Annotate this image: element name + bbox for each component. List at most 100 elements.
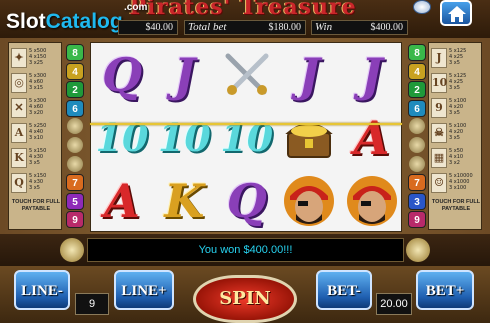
reel-cell: K [153, 170, 215, 233]
reel-cell: Q [91, 43, 153, 106]
reel-cell [341, 170, 403, 233]
pirate-icon: ☺ [431, 173, 447, 193]
total-bet-field: Total bet $180.00 [184, 20, 306, 35]
paytable-payouts: 5 x300 4 x60 3 x15 [29, 73, 46, 91]
payout-line: 3 x20 [29, 110, 44, 116]
win-label: Win [315, 21, 333, 33]
line-indicator-8[interactable]: 8 [408, 44, 426, 61]
line-indicator-6[interactable]: 6 [408, 99, 426, 117]
paytable-row-compass: ◎ 5 x300 4 x60 3 x15 [11, 72, 61, 94]
chest-icon [285, 122, 333, 158]
line-indicator-8[interactable]: 8 [66, 44, 84, 61]
left-paytable[interactable]: ✦ 5 x500 4 x150 3 x25 ◎ 5 x300 4 x60 3 x15 ✕ 5 x3… [8, 42, 62, 230]
skull-marker-icon [67, 137, 83, 153]
map-icon: ▦ [431, 148, 447, 168]
payout-line: 3 x100 [449, 185, 467, 191]
skull-marker-icon [409, 118, 425, 135]
bet-plus-button[interactable]: BET+ [416, 270, 474, 310]
paytable-row-map: ▦ 5 x50 4 x10 3 x2 [431, 147, 481, 169]
paytable-row-A: A 5 x250 4 x40 3 x10 [11, 122, 61, 144]
reel-4: J [278, 43, 340, 233]
Q-icon: Q [11, 173, 27, 193]
A-icon: A [11, 123, 27, 143]
payout-line: 3 x5 [29, 160, 40, 166]
line-minus-button[interactable]: LINE- [14, 270, 70, 310]
spin-button[interactable]: SPIN [193, 275, 297, 323]
paytable-symbol-glyph: J [436, 51, 442, 64]
K-icon: K [11, 148, 27, 168]
swords-icon [225, 53, 269, 95]
reel-cell: 10 [216, 106, 278, 169]
line-indicator-2[interactable]: 2 [408, 81, 426, 99]
paytable-symbol-glyph: ☠ [434, 126, 444, 139]
paytable-payouts: 5 x10000 4 x1000 3 x100 [449, 173, 473, 191]
reel-5: JA [341, 43, 403, 233]
paytable-payouts: 5 x125 4 x25 3 x5 [449, 48, 466, 66]
home-button[interactable] [440, 0, 472, 26]
logo-slot-text: Slot [6, 10, 46, 33]
pirate-icon [346, 176, 397, 227]
paytable-payouts: 5 x500 4 x150 3 x25 [29, 48, 46, 66]
reel-3: 10 Q [216, 43, 278, 233]
symbol-10: 10 [157, 114, 211, 160]
line-indicator-7[interactable]: 7 [408, 174, 426, 192]
reel-cell [278, 170, 340, 233]
reel-cell: J [341, 43, 403, 106]
paytable-payouts: 5 x100 4 x20 3 x5 [449, 98, 466, 116]
skull-marker-icon [67, 155, 83, 172]
compass-ornament-icon [406, 238, 430, 262]
line-indicator-4[interactable]: 4 [408, 62, 426, 80]
line-indicator-6[interactable]: 6 [66, 99, 84, 117]
symbol-10: 10 [95, 114, 149, 160]
9-icon: 9 [431, 98, 447, 118]
payout-line: 3 x5 [449, 135, 460, 141]
reel-cell: A [91, 170, 153, 233]
line-indicator-2[interactable]: 2 [66, 81, 84, 99]
touch-for-paytable-left[interactable]: TOUCH FOR FULL PAYTABLE [11, 199, 61, 213]
paytable-row-pirate: ☺ 5 x10000 4 x1000 3 x100 [431, 172, 481, 194]
paytable-row-10: 10 5 x125 4 x25 3 x5 [431, 72, 481, 94]
skull-marker-icon [409, 155, 425, 172]
right-line-indicators: 8426 739 [406, 42, 428, 230]
winning-payline [90, 123, 402, 125]
skull-marker-icon [409, 137, 425, 153]
reel-cell [278, 106, 340, 169]
line-indicator-4[interactable]: 4 [66, 62, 84, 80]
reel-cell: A [341, 106, 403, 169]
line-indicator-9[interactable]: 9 [408, 211, 426, 229]
line-indicator-7[interactable]: 7 [66, 174, 84, 192]
win-field: Win $400.00 [311, 20, 408, 35]
reel-cell: Q [216, 170, 278, 233]
line-indicator-5[interactable]: 5 [66, 192, 84, 210]
symbol-10: 10 [220, 114, 274, 160]
paytable-symbol-glyph: ☺ [434, 176, 444, 189]
bet-minus-button[interactable]: BET- [316, 270, 372, 310]
line-indicator-3[interactable]: 3 [408, 192, 426, 210]
symbol-j: J [360, 47, 383, 102]
J-icon: J [431, 48, 447, 68]
payout-line: 3 x10 [29, 135, 44, 141]
compass-icon: ◎ [11, 73, 27, 93]
paytable-payouts: 5 x50 4 x10 3 x2 [449, 148, 463, 166]
bet-value: 20.00 [376, 293, 412, 315]
paytable-symbol-glyph: 10 [432, 76, 448, 89]
sound-toggle-icon[interactable] [413, 0, 431, 14]
left-line-indicators: 8426 759 [64, 42, 86, 230]
line-indicator-9[interactable]: 9 [66, 211, 84, 229]
symbol-k: K [164, 174, 205, 229]
line-plus-button[interactable]: LINE+ [114, 270, 174, 310]
paytable-symbol-glyph: ▦ [433, 151, 445, 164]
payout-line: 3 x5 [449, 85, 460, 91]
pirate-icon [284, 176, 335, 227]
paytable-symbol-glyph: ✦ [14, 51, 24, 64]
paytable-row-scatter: ☠ 5 x100 4 x20 3 x5 [431, 122, 481, 144]
touch-for-paytable-right[interactable]: TOUCH FOR FULL PAYTABLE [431, 199, 481, 213]
paytable-payouts: 5 x125 4 x25 3 x5 [449, 73, 466, 91]
slotcatalog-logo: SlotCatalog .com [6, 2, 147, 34]
reel-cell: J [153, 43, 215, 106]
skull-marker-icon [67, 118, 83, 135]
symbol-j: J [298, 47, 321, 102]
right-paytable[interactable]: J5 x125 4 x25 3 x5 10 5 x125 4 x25 3 x5 9 5 x100… [428, 42, 482, 230]
paytable-row-Q: Q 5 x150 4 x30 3 x5 [11, 172, 61, 194]
paytable-symbol-glyph: Q [14, 176, 24, 189]
